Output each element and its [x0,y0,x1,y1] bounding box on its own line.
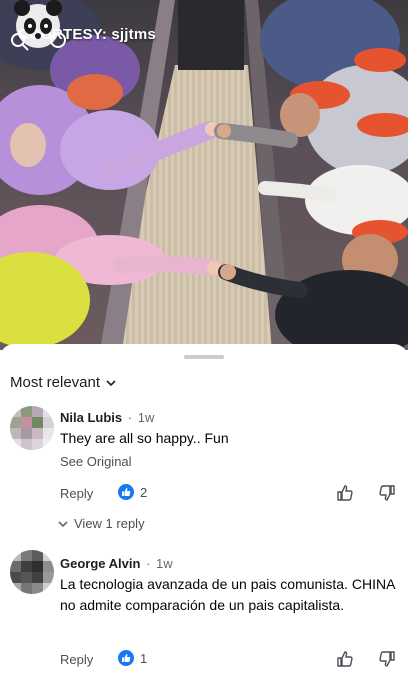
author-name: George Alvin [60,556,141,571]
view-replies-label: View 1 reply [74,516,145,531]
comment-author[interactable]: George Alvin · 1w [60,556,173,571]
comment-text: They are all so happy.. Fun [60,430,229,446]
reply-button[interactable]: Reply [60,486,93,501]
chevron-down-icon [106,379,116,386]
avatar[interactable] [10,550,54,594]
comment-text: La tecnologia avanzada de un pais comuni… [60,576,395,613]
reaction-count: 2 [140,484,148,500]
see-original-link[interactable]: See Original [60,454,132,469]
comment-time: 1w [137,410,155,425]
avatar[interactable] [10,406,54,450]
reaction-summary[interactable]: 2 [118,484,147,500]
comments-sheet: Most relevant Nila Lubis · 1w They are a… [0,344,408,676]
thumbs-down-icon[interactable] [378,484,396,502]
comment-author[interactable]: Nila Lubis · 1w [60,410,154,425]
comment-time: 1w [156,556,173,571]
sort-label: Most relevant [10,374,101,391]
video-frame[interactable]: COURTESY: sjjtms [0,0,408,350]
sheet-drag-handle[interactable] [184,355,224,359]
like-reaction-icon [118,650,134,666]
like-reaction-icon [118,484,134,500]
thumbs-down-icon[interactable] [378,650,396,668]
reaction-summary[interactable]: 1 [118,650,147,666]
author-name: Nila Lubis [60,410,123,425]
reaction-count: 1 [140,650,148,666]
panda-logo-icon [11,0,66,51]
thumbs-up-icon[interactable] [336,650,354,668]
comment-actions: Reply 1 [60,650,400,672]
chevron-down-icon [58,520,68,527]
view-replies-button[interactable]: View 1 reply [58,516,145,531]
sort-comments-dropdown[interactable]: Most relevant [10,374,116,391]
thumbs-up-icon[interactable] [336,484,354,502]
reply-button[interactable]: Reply [60,652,93,667]
comment-actions: Reply 2 [60,484,400,506]
